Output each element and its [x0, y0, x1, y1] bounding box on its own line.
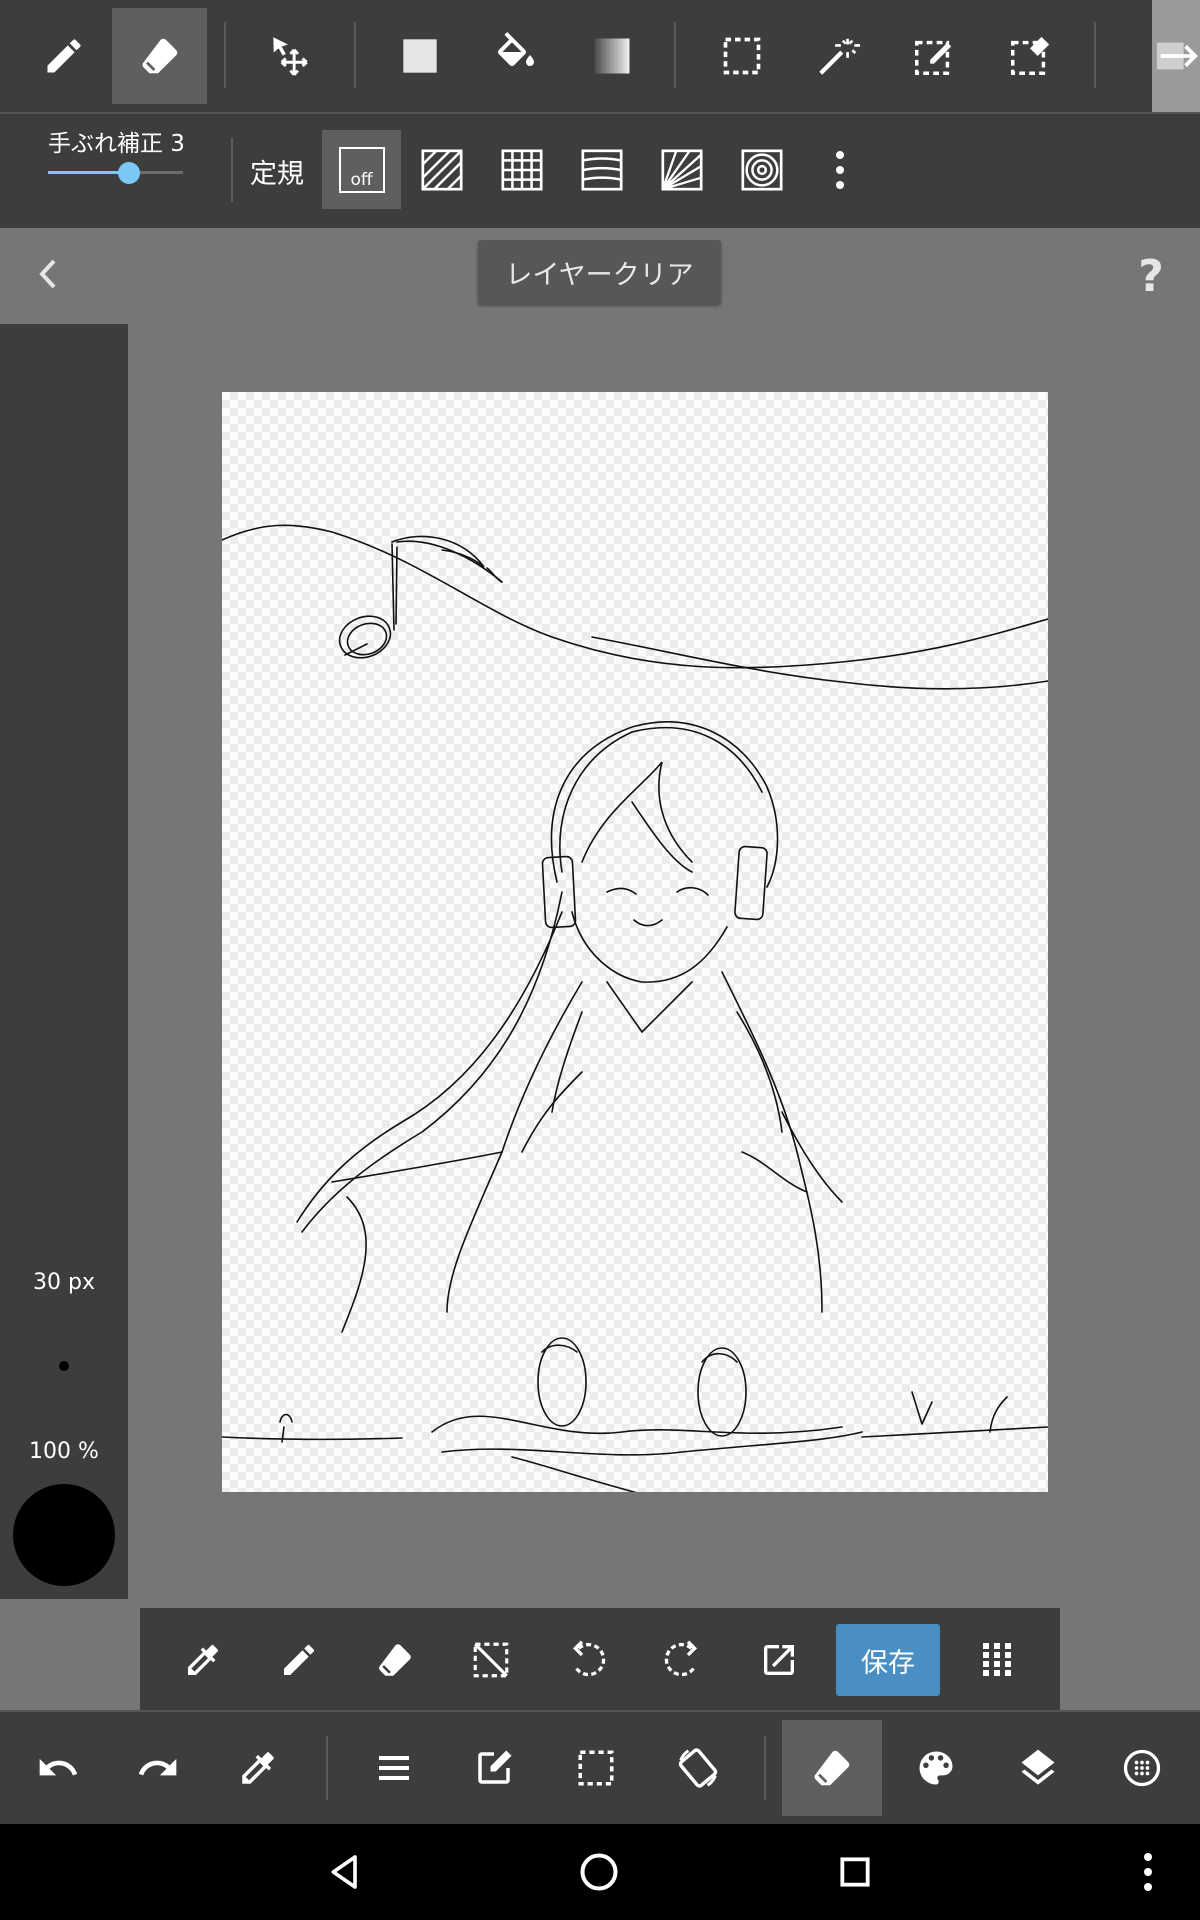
deselect-icon[interactable]: [452, 1624, 530, 1696]
layers-icon[interactable]: [1000, 1722, 1076, 1814]
quick-menu-grid-icon[interactable]: [958, 1624, 1036, 1696]
brush-opacity-label[interactable]: 100 %: [0, 1439, 128, 1464]
curve-ruler-icon[interactable]: [562, 130, 641, 209]
color-palette-icon[interactable]: [898, 1722, 974, 1814]
pen-tool-icon[interactable]: [24, 8, 104, 104]
rotate-canvas-icon[interactable]: [660, 1722, 736, 1814]
back-chevron-icon[interactable]: [24, 248, 72, 300]
help-glyph: ?: [1138, 250, 1164, 302]
select-eraser-icon[interactable]: [990, 8, 1070, 104]
ruler-off-icon: off: [338, 146, 385, 193]
transform-tool-icon[interactable]: [1152, 0, 1200, 112]
sketch-drawing: [222, 524, 1048, 1492]
grid-ruler-icon[interactable]: [482, 130, 561, 209]
perspective-ruler-icon[interactable]: [642, 130, 721, 209]
eyedropper-icon[interactable]: [164, 1624, 242, 1696]
stabilizer-slider-handle[interactable]: [118, 162, 140, 184]
top-toolbar: [0, 0, 1200, 112]
nav-back-icon[interactable]: [306, 1842, 384, 1902]
concentric-ruler-icon[interactable]: [722, 130, 801, 209]
menu-icon[interactable]: [356, 1722, 432, 1814]
ruler-label: 定規: [250, 159, 304, 190]
ruler-off-button[interactable]: off: [322, 130, 401, 209]
eraser-tool-icon[interactable]: [112, 8, 207, 104]
quick-eraser-icon[interactable]: [356, 1624, 434, 1696]
nav-home-icon[interactable]: [560, 1842, 638, 1902]
drawing-canvas[interactable]: [222, 392, 1048, 1492]
select-pen-icon[interactable]: [894, 8, 974, 104]
nav-recents-icon[interactable]: [816, 1842, 894, 1902]
brush-size-label[interactable]: 30 px: [0, 1270, 128, 1295]
magic-wand-icon[interactable]: [798, 8, 878, 104]
help-icon[interactable]: ?: [1128, 248, 1174, 304]
undo-icon[interactable]: [20, 1722, 96, 1814]
gradient-tool-icon[interactable]: [572, 8, 652, 104]
rotate-left-icon[interactable]: [548, 1624, 626, 1696]
edit-icon[interactable]: [456, 1722, 532, 1814]
stabilizer-label: 手ぶれ補正 3: [48, 131, 185, 157]
current-color-swatch[interactable]: [13, 1484, 115, 1586]
main-eraser-icon[interactable]: [782, 1720, 882, 1816]
bucket-tool-icon[interactable]: [476, 8, 556, 104]
clear-layer-button[interactable]: レイヤークリア: [478, 240, 721, 304]
fill-rect-tool-icon[interactable]: [380, 8, 460, 104]
nav-overflow-icon[interactable]: [1128, 1842, 1168, 1902]
selection-icon[interactable]: [558, 1722, 634, 1814]
save-button[interactable]: 保存: [836, 1624, 940, 1696]
quick-pen-icon[interactable]: [260, 1624, 338, 1696]
ruler-off-text: off: [350, 169, 373, 190]
export-icon[interactable]: [740, 1624, 818, 1696]
rotate-right-icon[interactable]: [644, 1624, 722, 1696]
main-eyedropper-icon[interactable]: [220, 1722, 296, 1814]
stabilizer-slider-fill: [48, 171, 129, 174]
brush-size-preview: [59, 1361, 69, 1371]
material-icon[interactable]: [1104, 1722, 1180, 1814]
move-tool-icon[interactable]: [250, 8, 330, 104]
brush-panel: [0, 324, 128, 1599]
more-options-icon[interactable]: [815, 130, 865, 209]
select-tool-icon[interactable]: [702, 8, 782, 104]
parallel-ruler-icon[interactable]: [402, 130, 481, 209]
redo-icon[interactable]: [120, 1722, 196, 1814]
